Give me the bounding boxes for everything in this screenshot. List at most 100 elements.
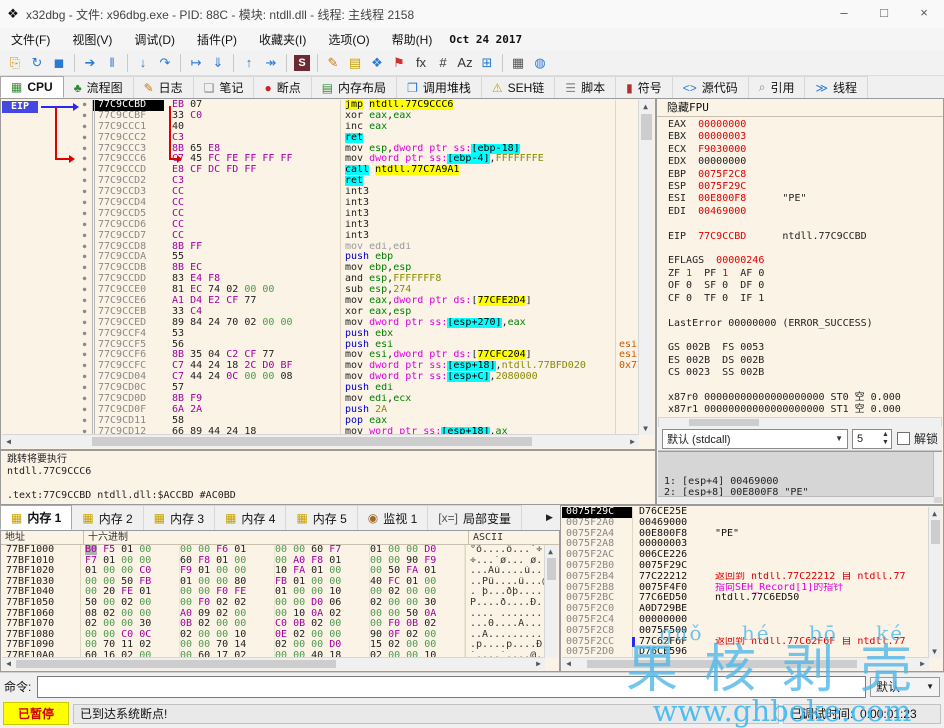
run-icon[interactable]: ➔ bbox=[79, 53, 101, 73]
dump-row[interactable]: 77BF1000B0 F5 01 0000 00 F6 0100 00 60 F… bbox=[2, 545, 544, 556]
breakpoint-dot[interactable]: ● bbox=[77, 100, 92, 111]
tab-references[interactable]: ⌕引用 bbox=[749, 76, 806, 98]
menu-item[interactable]: 收藏夹(I) bbox=[248, 31, 317, 48]
breakpoint-dot[interactable]: ● bbox=[77, 242, 92, 253]
tab-source[interactable]: <>源代码 bbox=[673, 76, 749, 98]
menu-item[interactable]: 调试(D) bbox=[123, 31, 186, 48]
disassembly-hscrollbar[interactable]: ◀ ▶ bbox=[2, 434, 639, 448]
menu-item[interactable]: 插件(P) bbox=[186, 31, 248, 48]
calculator-icon[interactable]: ▦ bbox=[507, 53, 529, 73]
tab-script[interactable]: ☰脚本 bbox=[555, 76, 616, 98]
tab-watch-1[interactable]: ◉监视 1 bbox=[358, 505, 429, 530]
scroll-left-icon[interactable]: ◀ bbox=[2, 435, 15, 448]
breakpoint-dot[interactable]: ● bbox=[77, 220, 92, 231]
minimize-button[interactable]: – bbox=[824, 0, 864, 28]
tab-log[interactable]: ✎日志 bbox=[134, 76, 194, 98]
tab-dump-5[interactable]: ▦内存 5 bbox=[286, 505, 357, 530]
breakpoint-dot[interactable]: ● bbox=[77, 231, 92, 242]
breakpoint-dot[interactable]: ● bbox=[77, 361, 92, 372]
stack-row[interactable]: 0075F2CC77C62F6F返回到 ntdll.77C62F6F 自 ntd… bbox=[562, 637, 928, 648]
tab-notes[interactable]: ❏笔记 bbox=[194, 76, 255, 98]
bookmark-icon[interactable]: ⚑ bbox=[388, 53, 410, 73]
internet-icon[interactable]: ◍ bbox=[529, 53, 551, 73]
stack-row[interactable]: 0075F2B80075F4F0指向SEH_Record[1]的指针 bbox=[562, 583, 928, 594]
disasm-row[interactable]: ●77C9CCC6C7 45 FC FE FF FF FFmov dword p… bbox=[77, 154, 639, 165]
stack-row[interactable]: 0075F2A000469000 bbox=[562, 518, 928, 529]
disasm-row[interactable]: ●77C9CCE6A1 D4 E2 CF 77mov eax,dword ptr… bbox=[77, 296, 639, 307]
disasm-row[interactable]: ●77C9CCDB8B ECmov ebp,esp bbox=[77, 263, 639, 274]
disasm-row[interactable]: ●77C9CCEB33 C4xor eax,esp bbox=[77, 307, 639, 318]
scroll-right-icon[interactable]: ▶ bbox=[626, 435, 639, 448]
breakpoint-dot[interactable]: ● bbox=[77, 187, 92, 198]
comment-icon[interactable]: ▤ bbox=[344, 53, 366, 73]
maximize-button[interactable]: □ bbox=[864, 0, 904, 28]
disasm-row[interactable]: ●77C9CCE081 EC 74 02 00 00sub esp,274 bbox=[77, 285, 639, 296]
menu-item[interactable]: 帮助(H) bbox=[381, 31, 444, 48]
disasm-row[interactable]: ●77C9CD0F6A 2Apush 2A bbox=[77, 405, 639, 416]
memory-dump-pane[interactable]: 地址 十六进制 ASCII 77BF1000B0 F5 01 0000 00 F… bbox=[0, 530, 560, 672]
disasm-row[interactable]: ●77C9CCD7CCint3 bbox=[77, 231, 639, 242]
disasm-row[interactable]: ●77C9CCC2C3ret bbox=[77, 133, 639, 144]
disasm-row[interactable]: ●77C9CCF453push ebx bbox=[77, 329, 639, 340]
dump-vscrollbar[interactable]: ▲ bbox=[544, 545, 558, 658]
open-file-icon[interactable]: ⎘ bbox=[4, 53, 26, 73]
breakpoint-dot[interactable]: ● bbox=[77, 154, 92, 165]
disasm-row[interactable]: ●77C9CCF556push esiesi: bbox=[77, 340, 639, 351]
stack-row[interactable]: 0075F2A400E800F8"PE" bbox=[562, 529, 928, 540]
dump-row[interactable]: 77BF1010F7 01 00 0060 F8 01 0000 A0 F8 0… bbox=[2, 556, 544, 567]
stack-pane[interactable]: 0075F29CD76CE25E0075F2A0004690000075F2A4… bbox=[560, 505, 944, 672]
breakpoint-dot[interactable]: ● bbox=[77, 383, 92, 394]
scroll-right-icon[interactable]: ▶ bbox=[916, 658, 929, 671]
restart-icon[interactable]: ↻ bbox=[26, 53, 48, 73]
breakpoint-dot[interactable]: ● bbox=[77, 176, 92, 187]
scroll-up-icon[interactable]: ▲ bbox=[929, 507, 940, 520]
label-icon[interactable]: ❖ bbox=[366, 53, 388, 73]
dump-row[interactable]: 77BF109000 70 11 0200 00 70 1402 00 00 D… bbox=[2, 640, 544, 651]
argument-count-stepper[interactable]: 5▲▼ bbox=[852, 429, 892, 449]
disasm-row[interactable]: ●77C9CCCDE8 CF DC FD FFcall ntdll.77C7A9… bbox=[77, 165, 639, 176]
breakpoint-dot[interactable]: ● bbox=[77, 209, 92, 220]
disasm-row[interactable]: ●77C9CCFCC7 44 24 18 2C D0 BFmov dword p… bbox=[77, 361, 639, 372]
tab-dump-3[interactable]: ▦内存 3 bbox=[144, 505, 215, 530]
disasm-row[interactable]: ●77C9CD0D8B F9mov edi,ecx bbox=[77, 394, 639, 405]
disasm-row[interactable]: ●77C9CCDD83 E4 F8and esp,FFFFFFF8 bbox=[77, 274, 639, 285]
hide-fpu-button[interactable]: 隐藏FPU bbox=[657, 99, 943, 117]
tab-dump-1[interactable]: ▦内存 1 bbox=[0, 505, 72, 530]
breakpoint-dot[interactable]: ● bbox=[77, 329, 92, 340]
disasm-row[interactable]: ●77C9CD04C7 44 24 0C 00 00 08mov dword p… bbox=[77, 372, 639, 383]
tab-locals[interactable]: [x=]局部变量 bbox=[428, 505, 522, 530]
seh-style-icon[interactable]: S bbox=[294, 55, 310, 71]
command-script-dropdown[interactable]: 默认▼ bbox=[870, 677, 940, 697]
stack-row[interactable]: 0075F2C80075F500 bbox=[562, 626, 928, 637]
tab-memory-map[interactable]: ▤内存布局 bbox=[312, 76, 397, 98]
patch-icon[interactable]: ✎ bbox=[322, 53, 344, 73]
run-to-user-code-icon[interactable]: ↠ bbox=[260, 53, 282, 73]
step-out-icon[interactable]: ↑ bbox=[238, 53, 260, 73]
dump-row[interactable]: 77BF107002 00 00 300B 02 00 00C0 0B 02 0… bbox=[2, 619, 544, 630]
menu-item[interactable]: 文件(F) bbox=[0, 31, 61, 48]
tab-call-stack[interactable]: ❐调用堆栈 bbox=[397, 76, 482, 98]
breakpoint-dot[interactable]: ● bbox=[77, 285, 92, 296]
disasm-row[interactable]: ●77C9CCD3CCint3 bbox=[77, 187, 639, 198]
menu-item[interactable]: 视图(V) bbox=[61, 31, 123, 48]
tab-cpu[interactable]: ▦CPU bbox=[0, 76, 64, 98]
dump-row[interactable]: 77BF108000 00 C0 0C02 00 00 100E 02 00 0… bbox=[2, 630, 544, 641]
function-icon[interactable]: fx bbox=[410, 53, 432, 73]
stop-icon[interactable]: ◼ bbox=[48, 53, 70, 73]
stack-row[interactable]: 0075F2C400000000 bbox=[562, 615, 928, 626]
stack-hscrollbar[interactable]: ◀ ▶ bbox=[562, 657, 929, 670]
stack-row[interactable]: 0075F2A800000003 bbox=[562, 539, 928, 550]
arguments-vscrollbar[interactable] bbox=[933, 452, 942, 497]
breakpoint-dot[interactable]: ● bbox=[77, 133, 92, 144]
disasm-row[interactable]: ●77C9CD0C57push edi bbox=[77, 383, 639, 394]
dump-row[interactable]: 77BF102001 00 00 C0F9 01 00 0010 FA 01 0… bbox=[2, 566, 544, 577]
dump-row[interactable]: 77BF104000 20 FE 0100 00 F0 FE01 00 00 1… bbox=[2, 587, 544, 598]
breakpoint-dot[interactable]: ● bbox=[77, 274, 92, 285]
breakpoint-dot[interactable]: ● bbox=[77, 405, 92, 416]
tab-dump-4[interactable]: ▦内存 4 bbox=[215, 505, 286, 530]
stack-row[interactable]: 0075F29CD76CE25E bbox=[562, 507, 928, 518]
scroll-down-icon[interactable]: ▼ bbox=[639, 422, 652, 435]
stack-row[interactable]: 0075F2B477C22212返回到 ntdll.77C22212 自 ntd… bbox=[562, 572, 928, 583]
close-button[interactable]: × bbox=[904, 0, 944, 28]
arguments-hscrollbar[interactable] bbox=[658, 496, 934, 503]
